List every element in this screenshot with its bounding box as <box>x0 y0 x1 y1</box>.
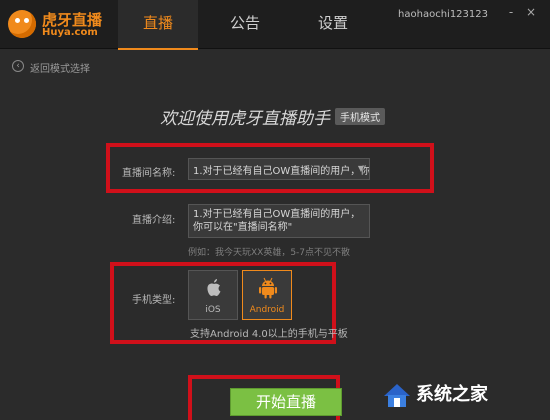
room-name-value: 1.对于已经有自己OW直播间的用户，你可以 <box>193 166 370 177</box>
mode-badge: 手机模式 <box>335 108 385 125</box>
intro-hint: 例如：我今天玩XX英雄，5-7点不见不散 <box>188 248 351 258</box>
back-label: 返回模式选择 <box>30 64 90 75</box>
ios-option[interactable]: iOS <box>188 270 238 320</box>
phone-type-label: 手机类型: <box>132 295 176 306</box>
minimize-button[interactable]: - <box>504 5 518 19</box>
chevron-down-icon[interactable]: ▼ <box>358 164 364 173</box>
tab-settings[interactable]: 设置 <box>293 0 373 48</box>
close-button[interactable]: × <box>524 5 538 19</box>
android-label: Android <box>249 305 285 315</box>
username: haohaochi123123 <box>398 9 488 20</box>
top-bar: 虎牙直播 Huya.com 直播 公告 设置 haohaochi123123 -… <box>0 0 550 50</box>
welcome-title: 欢迎使用虎牙直播助手 <box>160 109 330 129</box>
android-option[interactable]: Android <box>242 270 292 320</box>
system-home-logo-icon <box>384 384 410 407</box>
tab-announcement[interactable]: 公告 <box>205 0 285 48</box>
start-live-button[interactable]: 开始直播 <box>230 388 342 416</box>
apple-icon <box>207 279 221 296</box>
intro-textarea[interactable]: 1.对于已经有自己OW直播间的用户，你可以在"直播间名称" <box>188 204 370 238</box>
back-arrow-icon: ‹ <box>12 60 24 72</box>
watermark: 系统之家 <box>382 378 542 414</box>
android-support-note: 支持Android 4.0以上的手机与平板 <box>190 329 348 340</box>
huya-logo-icon <box>8 10 36 38</box>
intro-value: 1.对于已经有自己OW直播间的用户，你可以在"直播间名称" <box>193 209 361 233</box>
app-logo: 虎牙直播 Huya.com <box>8 8 118 40</box>
intro-label: 直播介绍: <box>132 215 176 226</box>
room-name-input[interactable]: 1.对于已经有自己OW直播间的用户，你可以 ▼ <box>188 158 370 180</box>
logo-text-en: Huya.com <box>42 27 98 38</box>
android-icon <box>259 277 277 299</box>
watermark-text: 系统之家 <box>416 384 488 405</box>
tab-live[interactable]: 直播 <box>118 0 198 50</box>
room-name-label: 直播间名称: <box>122 168 176 179</box>
ios-label: iOS <box>205 305 221 315</box>
